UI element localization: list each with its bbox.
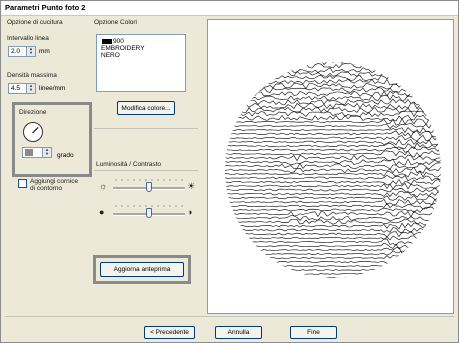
stitch-line <box>225 74 441 82</box>
photo-stitch-preview <box>207 19 454 314</box>
stitch-line <box>225 62 441 66</box>
direction-dial[interactable] <box>23 122 43 142</box>
stitch-line <box>225 150 441 158</box>
stitch-line <box>225 110 441 117</box>
contrast-high-icon: ◑ <box>187 207 193 217</box>
stitch-line <box>225 230 441 238</box>
brightness-slider-thumb[interactable] <box>146 182 152 192</box>
stitch-line <box>225 190 441 198</box>
stitch-line <box>225 266 441 274</box>
stitch-line <box>225 235 441 241</box>
contrast-slider-thumb[interactable] <box>146 208 152 218</box>
back-button[interactable]: < Precedente <box>144 326 195 339</box>
max-density-unit: linee/mm <box>39 85 66 92</box>
stitch-line <box>225 62 441 70</box>
stitch-line <box>225 262 441 270</box>
line-interval-spin-buttons[interactable]: ▲ ▼ <box>26 47 35 56</box>
stitch-line <box>225 255 441 262</box>
footer-separator <box>5 316 454 317</box>
max-density-spin-buttons[interactable]: ▲ ▼ <box>26 84 35 93</box>
cancel-button[interactable]: Annulla <box>215 326 262 339</box>
stitch-line <box>225 130 441 138</box>
brightness-low-icon: ☼ <box>99 181 108 191</box>
add-border-checkbox[interactable] <box>18 179 27 188</box>
line-interval-spinbox[interactable]: 2.0 ▲ ▼ <box>8 46 36 57</box>
max-density-label: Densità massima <box>7 72 57 79</box>
stitch-line <box>225 158 441 166</box>
direction-unit: grado <box>57 152 74 159</box>
brightness-separator <box>94 170 198 171</box>
spin-down-icon[interactable]: ▼ <box>43 152 51 156</box>
stitch-line <box>225 178 441 186</box>
contrast-ticks <box>113 205 185 207</box>
direction-value-selection <box>25 149 33 156</box>
direction-needle-icon <box>32 126 39 134</box>
stitch-line <box>225 222 441 230</box>
contrast-low-icon: ● <box>99 207 105 217</box>
color-separator <box>94 128 198 129</box>
stitch-line <box>225 142 441 150</box>
stitch-line <box>225 98 441 106</box>
update-preview-button[interactable]: Aggiorna anteprima <box>100 262 184 277</box>
stitch-line <box>225 250 441 257</box>
brightness-high-icon: ☀ <box>187 181 196 191</box>
stitch-line <box>225 238 441 246</box>
stitch-line <box>225 194 441 201</box>
finish-button[interactable]: Fine <box>290 326 337 339</box>
brightness-contrast-label: Luminosità / Contrasto <box>96 161 162 168</box>
dialog-window: Parametri Punto foto 2 Opzione di cucitu… <box>0 0 459 343</box>
line-interval-unit: mm <box>39 48 50 55</box>
direction-spin-buttons[interactable]: ▲ ▼ <box>42 148 51 157</box>
title-bar: Parametri Punto foto 2 <box>1 1 458 16</box>
modify-color-button[interactable]: Modifica colore... <box>117 101 175 115</box>
add-border-label: Aggiungi cornice di contorno <box>30 178 79 192</box>
stitch-line <box>225 275 441 278</box>
direction-spinbox[interactable]: ▲ ▼ <box>22 147 52 158</box>
stitch-line <box>225 86 441 94</box>
stitch-line <box>225 227 441 234</box>
color-listbox[interactable]: 900 EMBROIDERY NERO <box>96 34 186 92</box>
stitch-line <box>225 170 441 178</box>
stitch-line <box>225 182 441 190</box>
line-interval-value: 2.0 <box>11 48 21 55</box>
stitch-options-group-label: Opzione di cucitura <box>7 19 63 26</box>
stitch-line <box>225 202 441 210</box>
line-interval-label: Intervallo linea <box>7 35 49 42</box>
stitch-line <box>225 270 441 277</box>
color-list-entry[interactable]: 900 EMBROIDERY NERO <box>101 38 145 59</box>
stitch-line <box>225 247 441 254</box>
window-title: Parametri Punto foto 2 <box>5 3 86 12</box>
stitch-lines <box>225 62 441 278</box>
stitch-line <box>225 162 441 170</box>
color-options-group-label: Opzione Colori <box>94 19 137 26</box>
stitch-line <box>225 258 441 266</box>
brightness-ticks <box>113 179 185 181</box>
max-density-value: 4.5 <box>11 85 21 92</box>
stitch-line <box>225 127 441 134</box>
stitch-line <box>225 198 441 206</box>
stitch-line <box>225 242 441 250</box>
direction-label: Direzione <box>19 109 47 116</box>
portrait-stitch-image <box>225 62 441 278</box>
max-density-spinbox[interactable]: 4.5 ▲ ▼ <box>8 83 36 94</box>
spin-down-icon[interactable]: ▼ <box>27 51 35 55</box>
spin-down-icon[interactable]: ▼ <box>27 88 35 92</box>
stitch-line <box>225 82 441 90</box>
